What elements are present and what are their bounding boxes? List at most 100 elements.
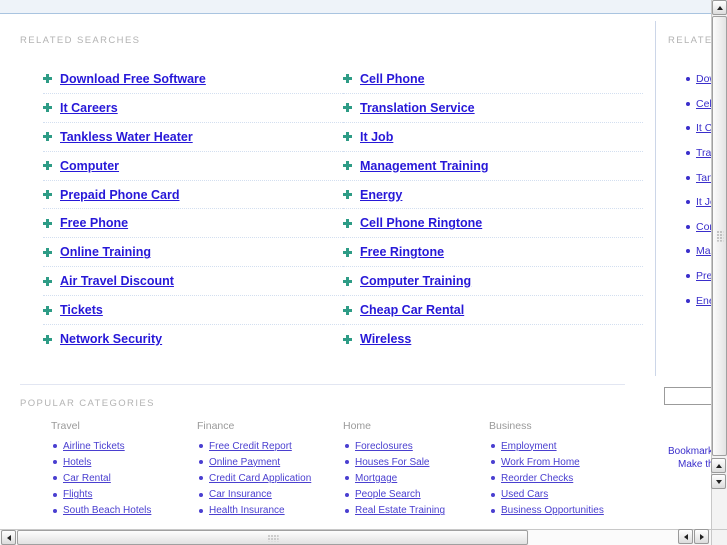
dot-bullet-icon <box>199 492 203 497</box>
triangle-right-icon <box>699 533 704 540</box>
category-link[interactable]: Free Credit Report <box>209 441 292 452</box>
category-column: Home Foreclosures Houses For Sale Mortgage P… <box>343 420 489 519</box>
sidebar-related-link[interactable]: It Careers <box>696 122 711 134</box>
related-search-link[interactable]: Cell Phone <box>360 72 425 86</box>
category-link[interactable]: Online Payment <box>209 457 280 468</box>
category-link[interactable]: Reorder Checks <box>501 473 573 484</box>
related-search-link[interactable]: It Careers <box>60 101 118 115</box>
related-search-link[interactable]: Air Travel Discount <box>60 274 174 288</box>
browser-viewport: RELATED SEARCHES Download Free Software I… <box>0 0 727 545</box>
category-item: People Search <box>343 487 489 503</box>
category-item: Online Payment <box>197 454 343 470</box>
scrollbar-grip-icon <box>267 534 278 541</box>
related-search-link[interactable]: Free Ringtone <box>360 245 444 259</box>
dot-bullet-icon <box>491 460 495 465</box>
category-link[interactable]: Hotels <box>63 457 91 468</box>
inner-scroll-left-button[interactable] <box>678 529 693 544</box>
plus-bullet-icon <box>343 103 352 113</box>
sidebar-related-link[interactable]: Computer <box>696 221 711 233</box>
sidebar-related-link[interactable]: Management Training <box>696 245 711 257</box>
category-link[interactable]: South Beach Hotels <box>63 505 151 516</box>
related-searches-left-column: Download Free Software It Careers Tankless… <box>43 65 343 354</box>
category-link[interactable]: Employment <box>501 441 557 452</box>
category-link[interactable]: Credit Card Application <box>209 473 311 484</box>
category-link[interactable]: Foreclosures <box>355 441 413 452</box>
dot-bullet-icon <box>686 224 690 229</box>
dot-bullet-icon <box>686 151 690 156</box>
sidebar-search-input[interactable] <box>664 387 711 405</box>
inner-scroll-right-button[interactable] <box>694 529 709 544</box>
category-link[interactable]: Business Opportunities <box>501 505 604 516</box>
related-search-link[interactable]: Computer <box>60 159 119 173</box>
related-search-link[interactable]: Translation Service <box>360 101 475 115</box>
related-search-row: Energy <box>343 181 643 210</box>
sidebar-related-heading: RELATED <box>668 35 711 46</box>
related-search-link[interactable]: Download Free Software <box>60 72 206 86</box>
category-link[interactable]: Used Cars <box>501 489 548 500</box>
related-search-link[interactable]: Free Phone <box>60 216 128 230</box>
category-link[interactable]: Mortgage <box>355 473 397 484</box>
sidebar-related-link[interactable]: Cell Phone <box>696 98 711 110</box>
plus-bullet-icon <box>43 190 52 199</box>
inner-frame-vertical-scrollbar[interactable] <box>711 458 726 490</box>
related-search-link[interactable]: Prepaid Phone Card <box>60 188 179 202</box>
sidebar-related-link[interactable]: Tankless Water Heater <box>696 172 711 184</box>
related-search-link[interactable]: Wireless <box>360 332 411 346</box>
dot-bullet-icon <box>345 508 349 513</box>
sidebar-related-item: It Careers <box>686 116 711 141</box>
triangle-up-icon <box>716 5 723 10</box>
popular-categories-heading: POPULAR CATEGORIES <box>20 398 155 409</box>
related-search-row: Computer <box>43 152 343 181</box>
related-search-link[interactable]: Tickets <box>60 303 103 317</box>
category-link[interactable]: Flights <box>63 489 92 500</box>
horizontal-scrollbar-track[interactable] <box>529 530 680 545</box>
related-search-link[interactable]: Computer Training <box>360 274 471 288</box>
category-link[interactable]: Work From Home <box>501 457 580 468</box>
related-search-link[interactable]: Tankless Water Heater <box>60 130 193 144</box>
plus-bullet-icon <box>43 305 52 315</box>
related-search-link[interactable]: Network Security <box>60 332 162 346</box>
scrollbar-grip-icon <box>716 230 723 242</box>
inner-frame-horizontal-scrollbar[interactable] <box>677 529 709 544</box>
plus-bullet-icon <box>43 334 52 344</box>
bookmark-link[interactable]: Bookmark <box>668 445 711 458</box>
category-item: Reorder Checks <box>489 470 635 486</box>
horizontal-scrollbar[interactable] <box>0 529 727 545</box>
vertical-scrollbar-thumb[interactable] <box>712 16 727 456</box>
category-link[interactable]: Car Rental <box>63 473 111 484</box>
related-search-link[interactable]: Energy <box>360 188 402 202</box>
related-search-link[interactable]: Management Training <box>360 159 489 173</box>
related-search-link[interactable]: Cell Phone Ringtone <box>360 216 482 230</box>
sidebar-related-link[interactable]: Translation Service <box>696 147 711 159</box>
related-search-row: It Job <box>343 123 643 152</box>
scroll-up-button[interactable] <box>712 0 727 15</box>
scroll-left-button[interactable] <box>1 530 16 545</box>
category-link[interactable]: People Search <box>355 489 421 500</box>
vertical-scrollbar[interactable] <box>711 0 727 529</box>
related-search-link[interactable]: It Job <box>360 130 393 144</box>
triangle-left-icon <box>683 533 688 540</box>
category-title: Travel <box>51 420 80 432</box>
category-link[interactable]: Health Insurance <box>209 505 285 516</box>
category-link[interactable]: Real Estate Training <box>355 505 445 516</box>
sidebar-related-link[interactable]: Prepaid Phone Card <box>696 270 711 282</box>
inner-scroll-down-button[interactable] <box>711 474 726 489</box>
category-item: Employment <box>489 438 635 454</box>
horizontal-scrollbar-thumb[interactable] <box>17 530 528 545</box>
dot-bullet-icon <box>686 298 690 303</box>
related-search-row: Prepaid Phone Card <box>43 181 343 210</box>
make-homepage-link[interactable]: Make this <box>668 458 711 471</box>
related-search-link[interactable]: Online Training <box>60 245 151 259</box>
category-link[interactable]: Car Insurance <box>209 489 272 500</box>
sidebar-related-link[interactable]: Energy <box>696 295 711 307</box>
sidebar-related-link[interactable]: Download Free Software <box>696 73 711 85</box>
dot-bullet-icon <box>491 476 495 481</box>
category-link[interactable]: Houses For Sale <box>355 457 429 468</box>
category-column: Business Employment Work From Home Reorder … <box>489 420 635 519</box>
sidebar-related-link[interactable]: It Job <box>696 196 711 208</box>
category-link[interactable]: Airline Tickets <box>63 441 125 452</box>
related-search-link[interactable]: Cheap Car Rental <box>360 303 464 317</box>
inner-scroll-up-button[interactable] <box>711 458 726 473</box>
category-item: Health Insurance <box>197 503 343 519</box>
triangle-left-icon <box>6 534 11 541</box>
